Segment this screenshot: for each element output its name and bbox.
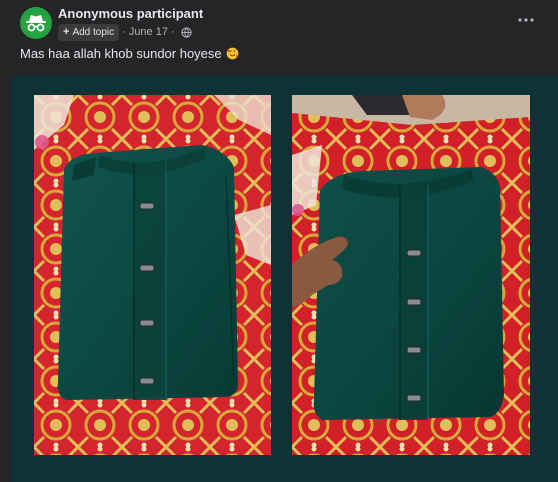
anonymous-incognito-icon — [26, 15, 46, 32]
separator: · — [122, 26, 126, 38]
post-text-content: Mas haa allah khob sundor hoyese — [20, 46, 222, 61]
post-media — [12, 76, 558, 482]
globe-icon — [181, 26, 192, 38]
post-card: Anonymous participant + Add topic · June… — [0, 0, 558, 482]
add-topic-label: Add topic — [72, 26, 115, 38]
post-photo-1[interactable] — [34, 95, 271, 455]
post-subline: + Add topic · June 17 · — [58, 23, 203, 41]
author-name[interactable]: Anonymous participant — [58, 6, 203, 22]
post-header: Anonymous participant + Add topic · June… — [20, 6, 203, 41]
add-topic-button[interactable]: + Add topic — [58, 23, 120, 41]
post-meta: Anonymous participant + Add topic · June… — [58, 6, 203, 41]
post-text: Mas haa allah khob sundor hoyese — [20, 46, 239, 61]
smiling-face-with-hearts-icon — [226, 47, 239, 60]
photo-kurta-held — [292, 95, 530, 455]
separator: · — [170, 26, 175, 38]
post-date[interactable]: June 17 — [129, 26, 168, 38]
more-options-button[interactable] — [514, 10, 538, 30]
plus-icon: + — [63, 25, 70, 38]
avatar[interactable] — [20, 7, 52, 39]
post-photo-2[interactable] — [292, 95, 530, 455]
photo-kurta-flat — [34, 95, 271, 455]
more-horizontal-icon — [518, 18, 534, 22]
